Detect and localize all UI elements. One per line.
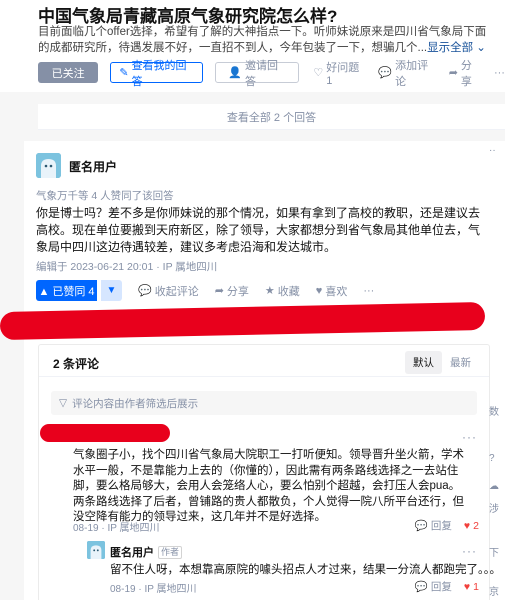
heart-icon: ♡ bbox=[313, 67, 324, 79]
sidebar-fragment: 下 bbox=[489, 548, 499, 559]
reply-content: 留不住人呀，本想靠高原院的噱头招点人才过来，结果一分流人都跑完了。。。 bbox=[110, 564, 501, 576]
like-button[interactable]: ♥ 喜欢 bbox=[316, 283, 348, 299]
answer-author-name[interactable]: 匿名用户 bbox=[69, 158, 117, 175]
comment-count: 2 条评论 bbox=[53, 357, 100, 371]
show-all-link[interactable]: 显示全部 ⌄ bbox=[427, 42, 486, 54]
invite-answer-button[interactable]: 👤 邀请回答 bbox=[215, 60, 300, 88]
reply-button[interactable]: 💬 回复 bbox=[415, 579, 452, 594]
heart-icon: ♥ bbox=[315, 284, 323, 297]
share-button[interactable]: ➦ 分享 bbox=[449, 57, 481, 89]
comment-actions: 💬 回复 ♥ 2 bbox=[415, 518, 479, 533]
heart-icon: ♥ bbox=[463, 519, 471, 532]
comment-meta: 08-19 · IP 属地四川 bbox=[73, 523, 160, 534]
answer-actions: ▲ 已赞同 4 ▼ 💬 收起评论 ➦ 分享 ★ 收藏 ♥ 喜欢 ··· bbox=[36, 280, 374, 301]
comment-sort: 默认 最新 bbox=[405, 351, 479, 374]
followed-button[interactable]: 已关注 bbox=[38, 62, 99, 83]
answer-edit-time[interactable]: 编辑于 2023-06-21 20:01 · IP 属地四川 bbox=[36, 259, 217, 274]
reply-button[interactable]: 💬 回复 bbox=[415, 518, 452, 533]
comments-panel: 2 条评论 默认 最新 ▽ 评论内容由作者筛选后展示 ··· 气象圈子小，找个四… bbox=[38, 344, 501, 600]
heart-icon: ♥ bbox=[463, 580, 471, 593]
view-my-answer-label: 查看我的回答 bbox=[131, 59, 187, 88]
good-question-button[interactable]: ♡ 好问题 1 bbox=[313, 59, 365, 87]
sidebar-fragment: ·· bbox=[489, 145, 496, 156]
author-badge: 作者 bbox=[158, 545, 183, 559]
answer-more-button[interactable]: ··· bbox=[363, 285, 374, 297]
reply-icon: 💬 bbox=[414, 520, 428, 532]
view-my-answer-button[interactable]: ✎ 查看我的回答 bbox=[110, 60, 204, 88]
question-description-text: 目前面临几个offer选择，希望有了解的大神指点一下。听师妹说原来是四川省气象局… bbox=[38, 26, 487, 54]
redaction-mark bbox=[40, 424, 170, 442]
answer-content: 你是博士吗？差不多是你师妹说的那个情况，如果有拿到了高校的教职，还是建议去高校。… bbox=[36, 206, 481, 254]
filter-notice-text: 评论内容由作者筛选后展示 bbox=[72, 397, 199, 410]
chevron-down-icon: ⌄ bbox=[476, 42, 486, 54]
reply-more-button[interactable]: ··· bbox=[462, 544, 477, 558]
collapse-comments-button[interactable]: 💬 收起评论 bbox=[138, 283, 199, 299]
downvote-button[interactable]: ▼ bbox=[101, 280, 122, 301]
comment-icon: 💬 bbox=[378, 67, 393, 79]
invite-answer-label: 邀请回答 bbox=[244, 59, 278, 88]
upvote-button[interactable]: ▲ 已赞同 4 bbox=[36, 280, 97, 301]
share-icon: ➦ bbox=[448, 67, 458, 79]
view-all-answers-link[interactable]: 查看全部 2 个回答 bbox=[38, 104, 505, 130]
reply-actions: 💬 回复 ♥ 1 bbox=[415, 579, 479, 594]
sidebar-fragment: ☁ bbox=[489, 481, 499, 492]
sidebar-fragment: ? bbox=[489, 453, 495, 464]
avatar[interactable] bbox=[36, 153, 61, 178]
share-icon: ➦ bbox=[214, 285, 224, 297]
more-button[interactable]: ··· bbox=[494, 67, 505, 79]
reply-author-name[interactable]: 匿名用户 bbox=[110, 544, 154, 560]
reply-icon: 💬 bbox=[414, 581, 428, 593]
favorite-button[interactable]: ★ 收藏 bbox=[265, 283, 300, 299]
question-description: 目前面临几个offer选择，希望有了解的大神指点一下。听师妹说原来是四川省气象局… bbox=[38, 24, 496, 56]
answer-share-button[interactable]: ➦ 分享 bbox=[215, 283, 249, 299]
filter-notice: ▽ 评论内容由作者筛选后展示 bbox=[51, 391, 477, 415]
comment-content: 气象圈子小，找个四川省气象局大院职工一打听便知。领导晋升坐火箭，学术水平一般，不… bbox=[73, 449, 464, 524]
filter-icon: ▽ bbox=[59, 397, 68, 409]
comment-icon: 💬 bbox=[138, 285, 152, 297]
sidebar-fragment: 涉 bbox=[489, 504, 499, 515]
reply-meta: 08-19 · IP 属地四川 bbox=[110, 584, 197, 595]
answer-voters[interactable]: 气象万千等 4 人赞同了该回答 bbox=[36, 188, 174, 203]
star-icon: ★ bbox=[264, 285, 275, 297]
add-comment-button[interactable]: 💬 添加评论 bbox=[378, 57, 435, 89]
avatar[interactable] bbox=[87, 541, 105, 559]
sidebar-fragment: 数 bbox=[489, 407, 499, 418]
comment-like-button[interactable]: ♥ 2 bbox=[464, 520, 479, 532]
sidebar-fragment: 京 bbox=[489, 587, 499, 598]
question-actions: 已关注 ✎ 查看我的回答 👤 邀请回答 ♡ 好问题 1 💬 添加评论 ➦ 分享 ··· bbox=[38, 60, 505, 88]
question-meta-actions: ♡ 好问题 1 💬 添加评论 ➦ 分享 ··· bbox=[313, 57, 505, 89]
sort-default-tab[interactable]: 默认 bbox=[405, 351, 442, 374]
answer-card: 匿名用户 气象万千等 4 人赞同了该回答 你是博士吗？差不多是你师妹说的那个情况… bbox=[24, 141, 505, 600]
reply-like-button[interactable]: ♥ 1 bbox=[464, 581, 479, 593]
reply-author: 匿名用户 作者 bbox=[110, 544, 183, 560]
pen-icon: ✎ bbox=[119, 67, 129, 79]
comment-more-button[interactable]: ··· bbox=[462, 430, 477, 444]
question-card: 中国气象局青藏高原气象研究院怎么样? 目前面临几个offer选择，希望有了解的大… bbox=[0, 0, 505, 92]
user-plus-icon: 👤 bbox=[228, 67, 242, 79]
sort-latest-tab[interactable]: 最新 bbox=[442, 351, 479, 374]
comments-header: 2 条评论 默认 最新 bbox=[39, 345, 489, 377]
